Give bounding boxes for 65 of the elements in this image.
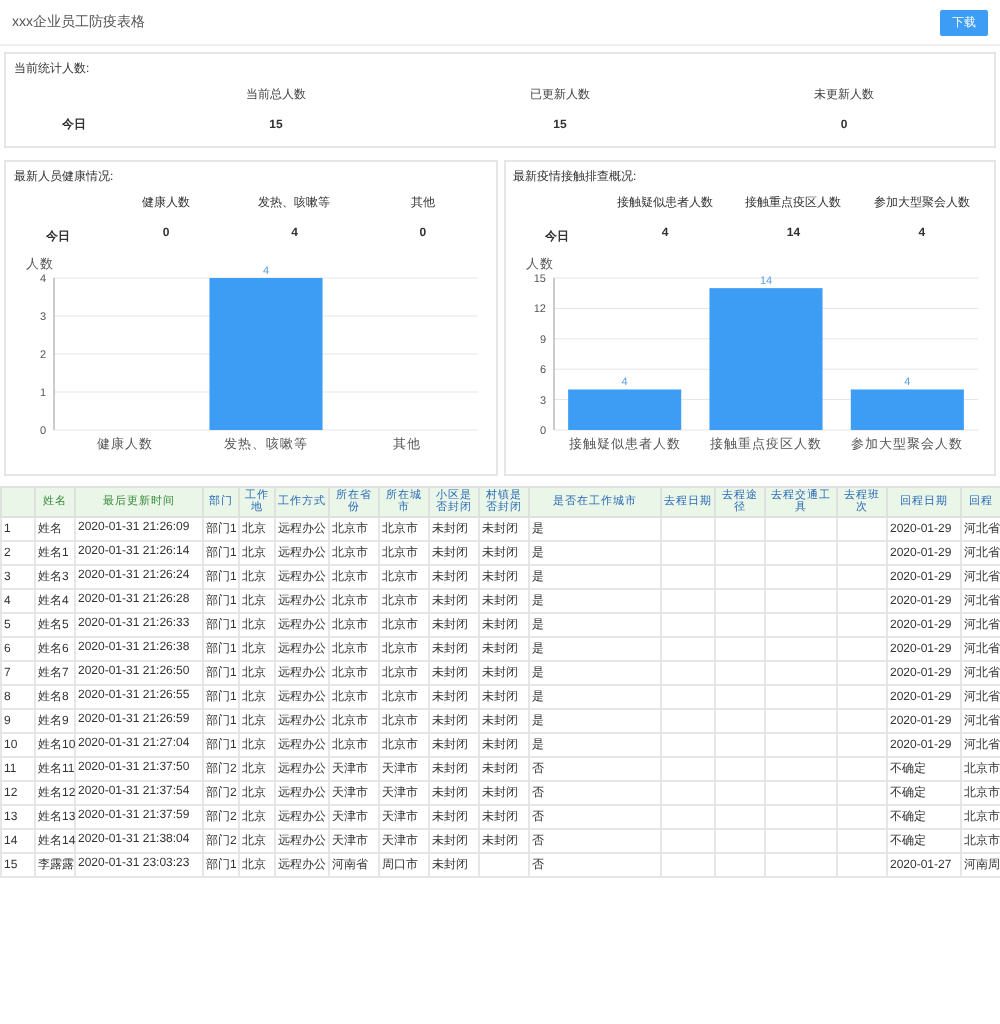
table-cell: [661, 685, 715, 710]
table-cell: [715, 685, 765, 710]
table-cell: [715, 637, 765, 662]
table-cell: [765, 661, 837, 686]
table-cell: [661, 853, 715, 878]
table-cell: [765, 589, 837, 614]
table-cell: [765, 613, 837, 638]
table-cell: [837, 757, 887, 782]
table-cell: [837, 805, 887, 830]
table-cell: [765, 541, 837, 566]
table-cell: [837, 613, 887, 638]
table-cell: [661, 757, 715, 782]
table-cell: [765, 733, 837, 758]
table-cell: [715, 805, 765, 830]
table-cell: [715, 541, 765, 566]
table-cell: [661, 829, 715, 854]
table-cell: [661, 589, 715, 614]
table-cell: [661, 637, 715, 662]
table-cell: [661, 781, 715, 806]
table-cell: [715, 613, 765, 638]
table-cell: [715, 565, 765, 590]
table-cell: [765, 685, 837, 710]
table-cell: [661, 709, 715, 734]
table-cell: [661, 661, 715, 686]
table-cell: [837, 661, 887, 686]
table-cell: [837, 541, 887, 566]
table-cell: [765, 829, 837, 854]
table-cell: [661, 805, 715, 830]
bar: [849, 389, 963, 430]
table-cell: [661, 565, 715, 590]
table-cell: [837, 829, 887, 854]
table-cell: [765, 781, 837, 806]
table-cell: [715, 589, 765, 614]
table-cell: [837, 733, 887, 758]
table-cell: [661, 517, 715, 542]
table-cell: [715, 853, 765, 878]
table-cell: [765, 709, 837, 734]
table-cell: [715, 709, 765, 734]
table-cell: [765, 805, 837, 830]
table-cell: [837, 589, 887, 614]
column-header: [1, 487, 35, 518]
table-cell: [765, 637, 837, 662]
table-cell: [715, 757, 765, 782]
table-cell: [715, 733, 765, 758]
table-cell: [837, 709, 887, 734]
table-cell: [715, 517, 765, 542]
table-cell: [765, 565, 837, 590]
table-cell: [715, 829, 765, 854]
table-cell: [837, 781, 887, 806]
table-cell: [661, 613, 715, 638]
bar: [567, 389, 681, 430]
table-cell: [837, 517, 887, 542]
table-cell: [837, 685, 887, 710]
table-cell: [479, 853, 529, 878]
table-cell: [837, 565, 887, 590]
bar: [708, 288, 822, 430]
table-cell: [837, 853, 887, 878]
table-cell: [765, 853, 837, 878]
table-cell: [715, 661, 765, 686]
table-cell: [765, 757, 837, 782]
table-cell: [661, 541, 715, 566]
table-cell: [715, 781, 765, 806]
table-cell: [661, 733, 715, 758]
table-cell: [837, 637, 887, 662]
table-cell: [765, 517, 837, 542]
